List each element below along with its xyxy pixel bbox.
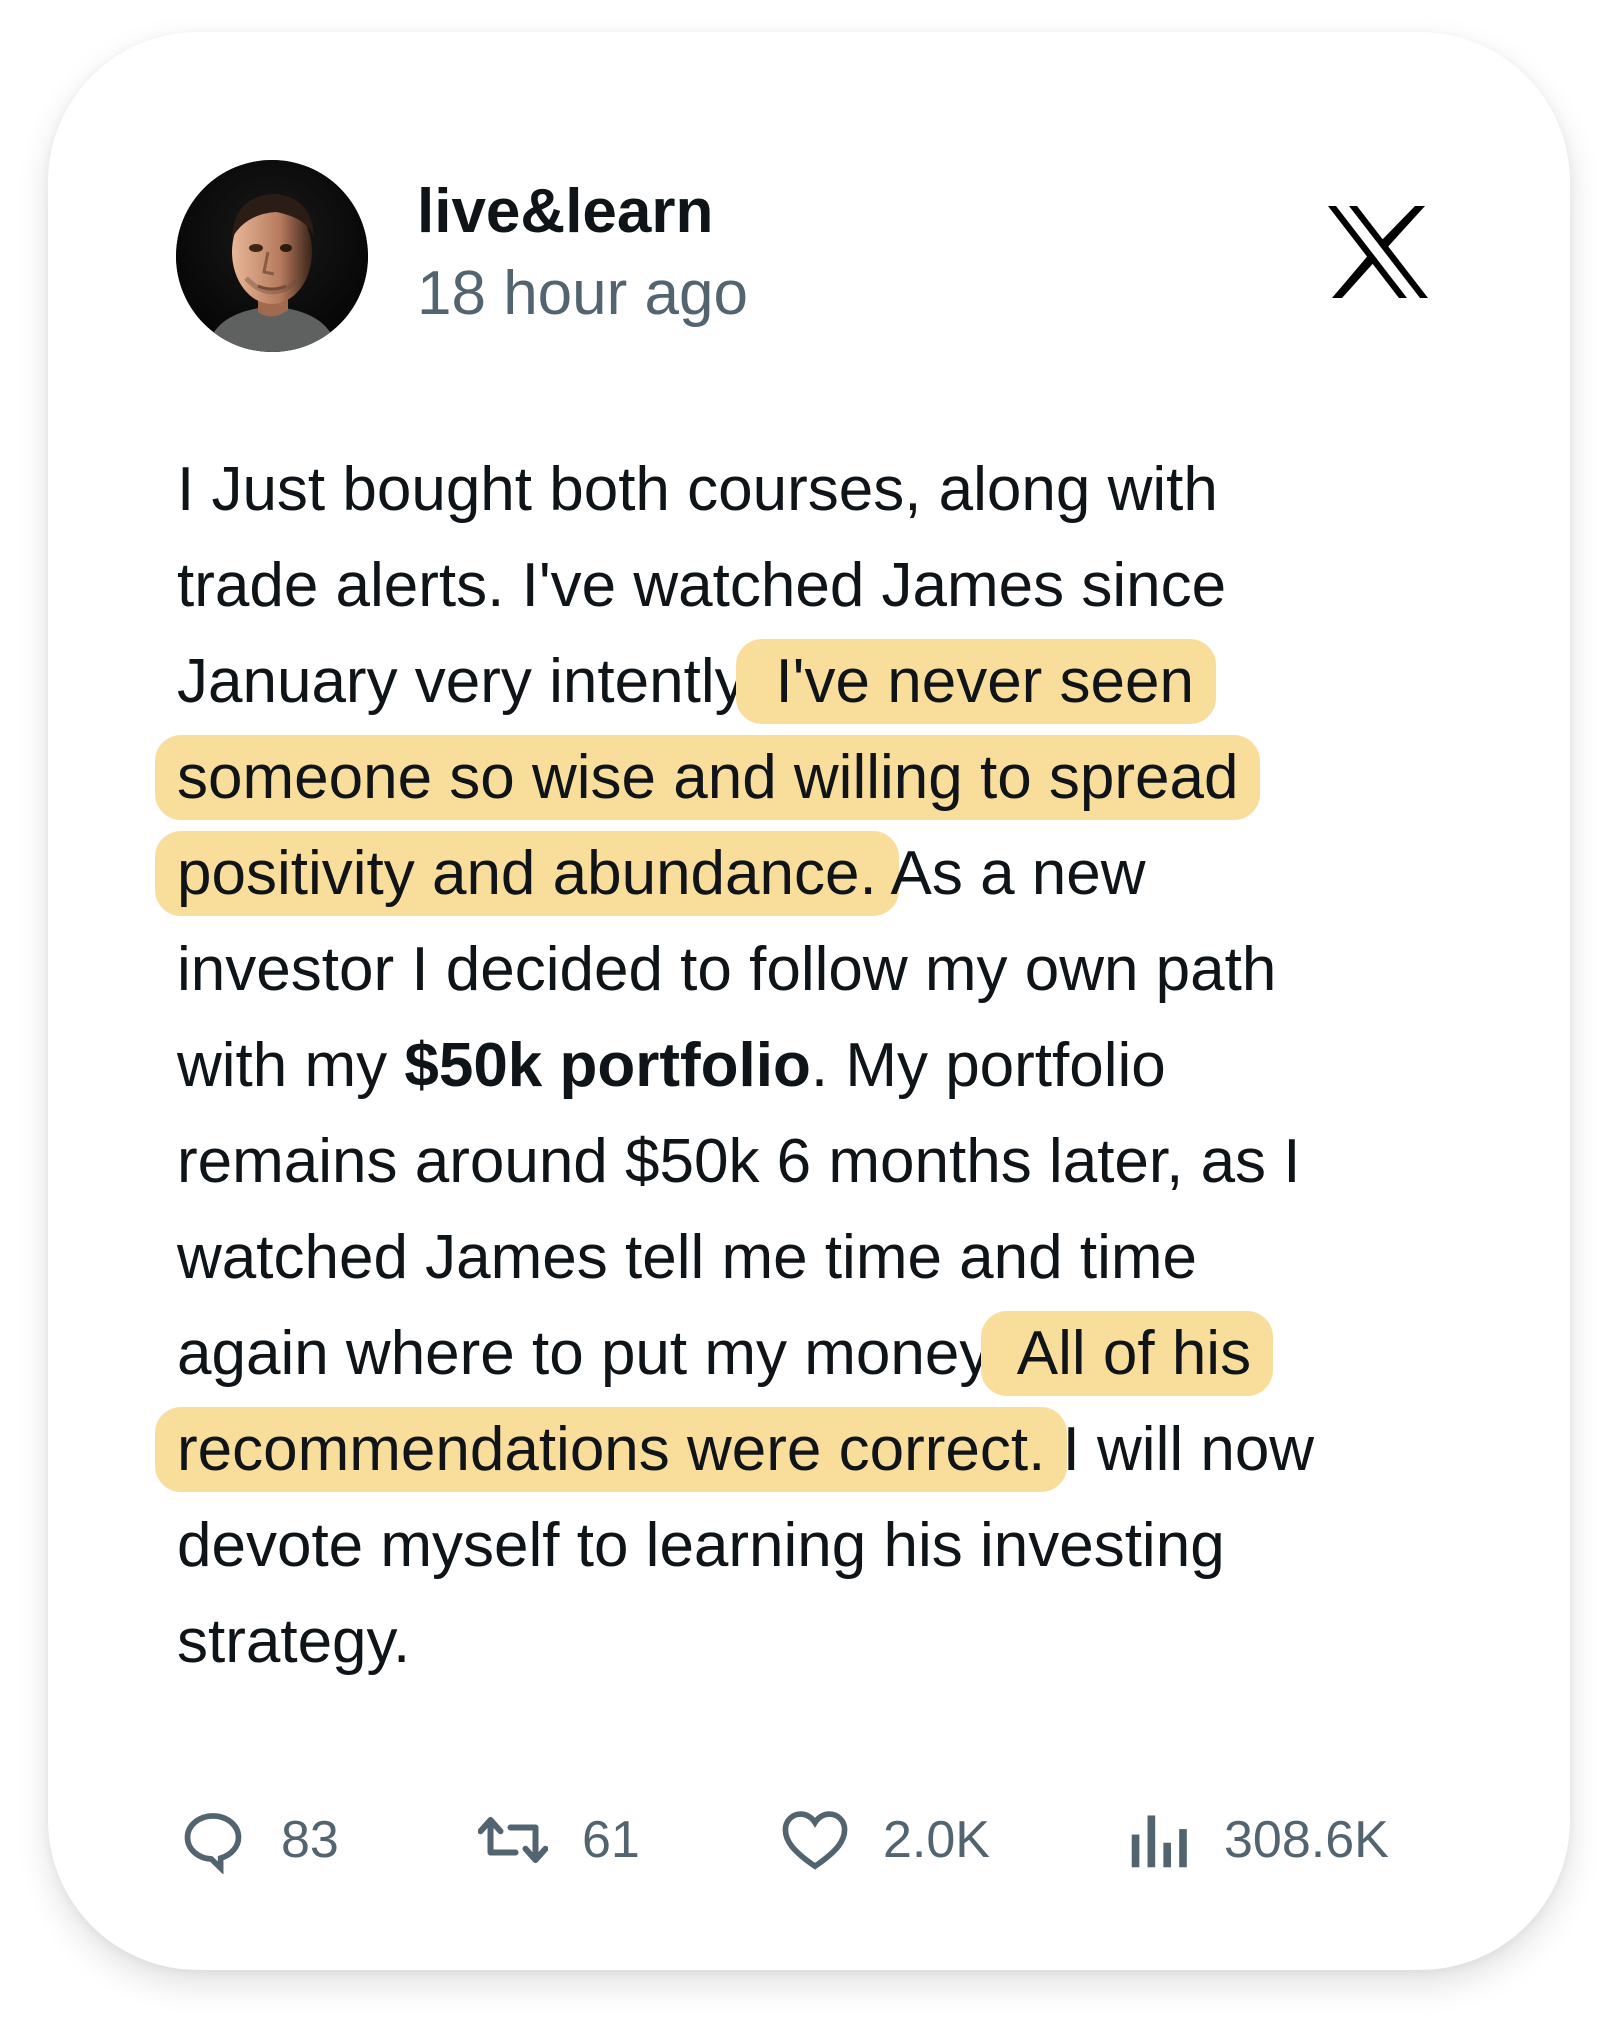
repost-count: 61: [582, 1811, 640, 1869]
post-text-segment: January very intently.: [177, 647, 759, 716]
post-text-line: investor I decided to follow my own path: [177, 922, 1507, 1018]
post-text-line: recommendations were correct. I will now: [155, 1402, 1507, 1498]
post-text-segment: again where to put my money.: [177, 1319, 1003, 1388]
post-text-line: I Just bought both courses, along with: [177, 442, 1507, 538]
post-text-line: someone so wise and willing to spread: [155, 730, 1507, 826]
post-text-segment: devote myself to learning his investing: [177, 1511, 1225, 1580]
post-text-line: watched James tell me time and time: [177, 1210, 1507, 1306]
views-count: 308.6K: [1224, 1811, 1389, 1869]
heart-icon: [782, 1811, 848, 1870]
avatar-image: [176, 160, 368, 352]
post-text-line: strategy.: [177, 1594, 1507, 1690]
post-text-segment: strategy.: [177, 1607, 411, 1676]
post-text-segment: . My portfolio: [810, 1031, 1166, 1100]
post-text-line: January very intently. I've never seen: [177, 634, 1507, 730]
highlighted-text: I've never seen: [736, 639, 1216, 724]
username[interactable]: live&learn: [417, 176, 713, 247]
post-text-line: trade alerts. I've watched James since: [177, 538, 1507, 634]
post-text-segment: remains around $50k 6 months later, as I: [177, 1127, 1301, 1196]
avatar[interactable]: [176, 160, 368, 352]
post-text-line: positivity and abundance. As a new: [155, 826, 1507, 922]
post-card: live&learn 18 hour ago I Just bought bot…: [48, 32, 1570, 1970]
highlighted-text: recommendations were correct.: [155, 1407, 1068, 1492]
post-text-segment: I Just bought both courses, along with: [177, 455, 1218, 524]
bold-text: $50k portfolio: [404, 1031, 811, 1100]
post-text-line: remains around $50k 6 months later, as I: [177, 1114, 1507, 1210]
post-text-segment: I will now: [1045, 1415, 1315, 1484]
post-text-segment: with my: [177, 1031, 405, 1100]
timestamp: 18 hour ago: [417, 259, 748, 328]
views-icon: [1131, 1815, 1187, 1868]
post-text-line: devote myself to learning his investing: [177, 1498, 1507, 1594]
views-button[interactable]: 308.6K: [1128, 1805, 1389, 1875]
post-text-segment: trade alerts. I've watched James since: [177, 551, 1227, 620]
post-text: I Just bought both courses, along with tr…: [155, 442, 1507, 1690]
highlighted-text: All of his: [980, 1311, 1274, 1396]
post-text-line: again where to put my money. All of his: [177, 1306, 1507, 1402]
highlighted-text: someone so wise and willing to spread: [155, 735, 1261, 820]
post-text-segment: watched James tell me time and time: [177, 1223, 1197, 1292]
reply-icon: [184, 1813, 242, 1874]
like-button[interactable]: 2.0K: [781, 1805, 990, 1875]
reply-button[interactable]: 83: [179, 1805, 339, 1875]
repost-icon: [478, 1817, 548, 1863]
repost-button[interactable]: 61: [478, 1805, 640, 1875]
x-logo-icon[interactable]: [1328, 206, 1428, 298]
post-text-segment: As a new: [876, 839, 1146, 908]
highlighted-text: positivity and abundance.: [155, 831, 899, 916]
reply-count: 83: [281, 1811, 339, 1869]
post-text-segment: investor I decided to follow my own path: [177, 935, 1277, 1004]
post-text-line: with my $50k portfolio. My portfolio: [177, 1018, 1507, 1114]
like-count: 2.0K: [883, 1811, 990, 1869]
